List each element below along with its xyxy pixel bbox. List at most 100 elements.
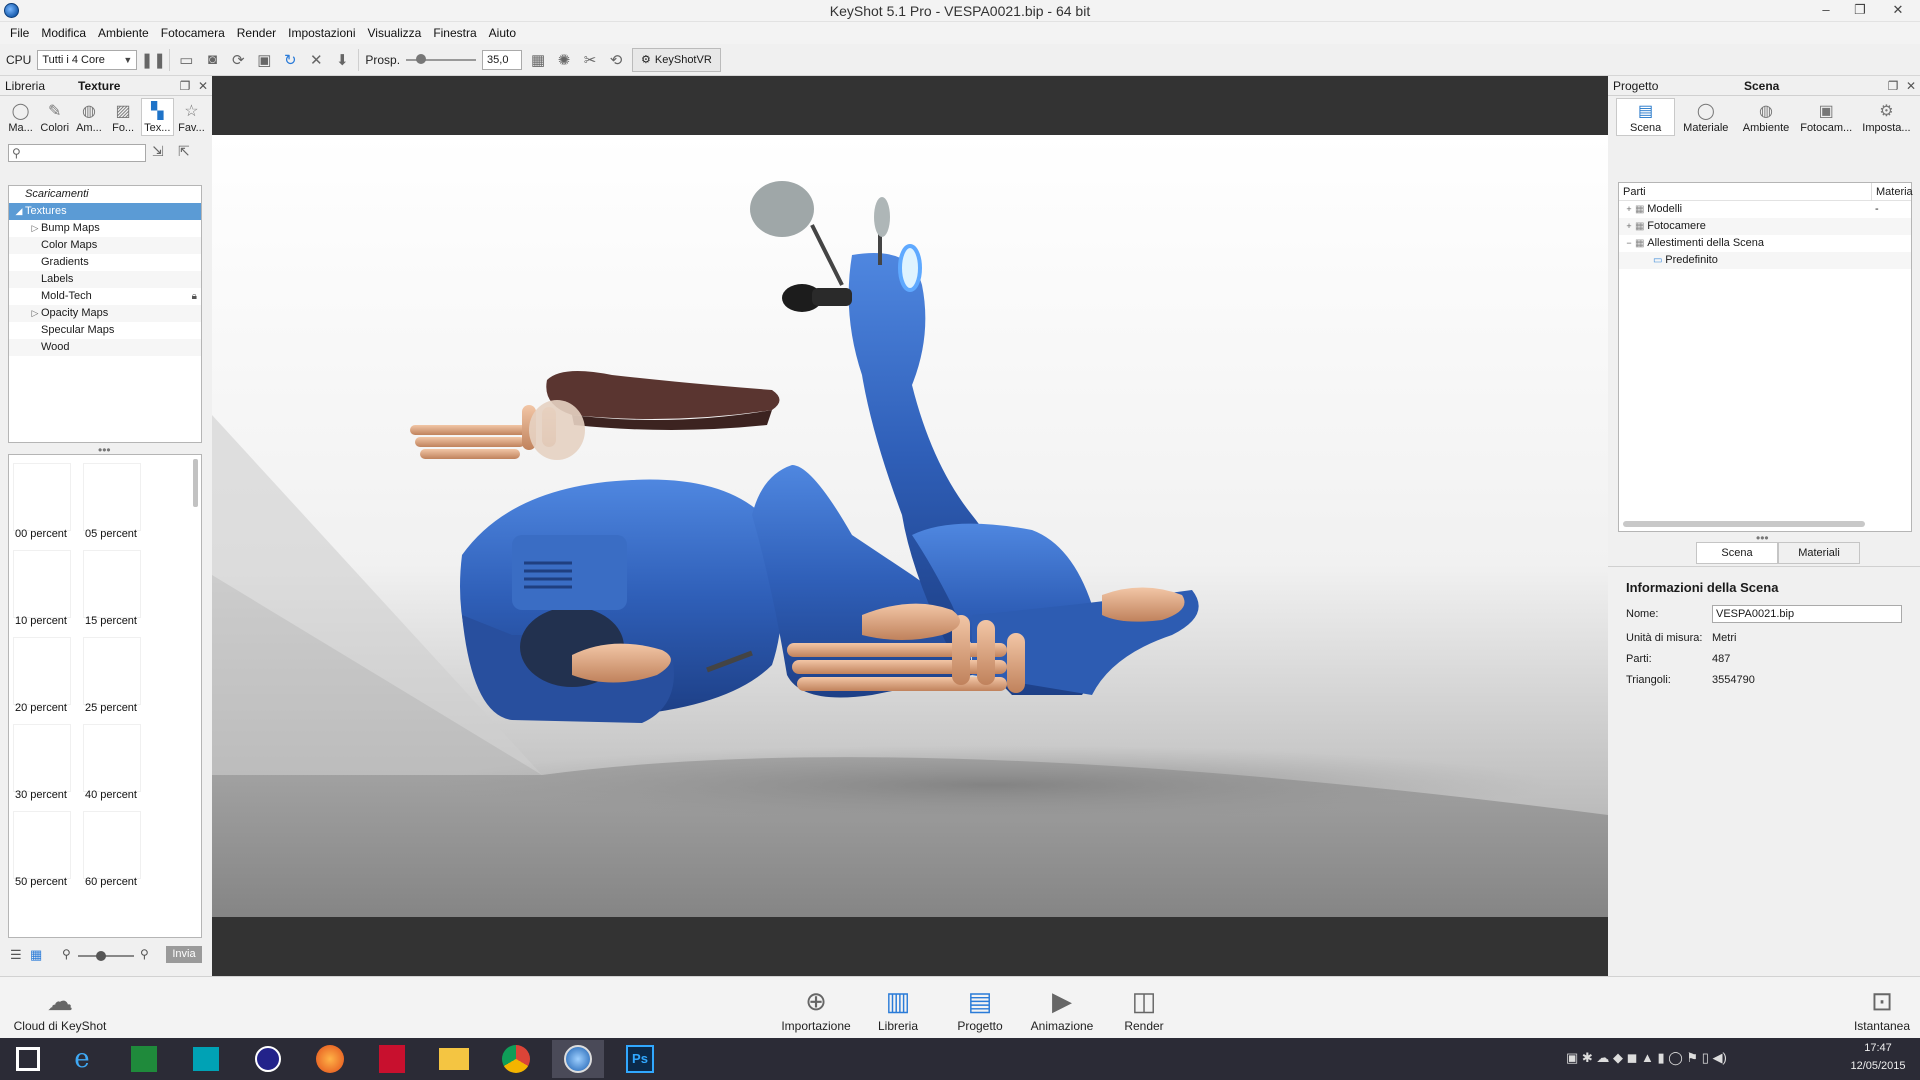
tree-item[interactable]: Specular Maps bbox=[9, 322, 201, 339]
perspective-slider[interactable] bbox=[406, 53, 477, 64]
tab-materiale[interactable]: ◯ Materiale bbox=[1676, 98, 1735, 136]
tab-materials[interactable]: ◯ Ma... bbox=[4, 98, 37, 136]
texture-thumbnail[interactable] bbox=[83, 463, 141, 531]
texture-thumbnail[interactable] bbox=[83, 550, 141, 618]
texture-thumbnail[interactable] bbox=[13, 811, 71, 879]
rotate-icon[interactable]: ⟲ bbox=[606, 50, 626, 70]
tree-item[interactable]: ▷ Bump Maps bbox=[9, 220, 201, 237]
chrome-icon[interactable] bbox=[490, 1040, 542, 1078]
tree-item[interactable]: Wood bbox=[9, 339, 201, 356]
drop-icon[interactable]: ⬇ bbox=[332, 50, 352, 70]
excel-icon[interactable] bbox=[118, 1040, 170, 1078]
subtab-scena[interactable]: Scena bbox=[1696, 542, 1778, 564]
slider-knob[interactable] bbox=[416, 53, 427, 64]
refresh-icon[interactable]: ↻ bbox=[280, 50, 300, 70]
expand-toggle-icon[interactable]: − bbox=[1623, 235, 1635, 252]
close-button[interactable]: ✕ bbox=[1884, 0, 1912, 22]
fit-icon[interactable]: ✕ bbox=[306, 50, 326, 70]
tab-scena[interactable]: ▤ Scena bbox=[1616, 98, 1676, 136]
screenshot-icon[interactable]: ▭ bbox=[176, 50, 196, 70]
store-icon[interactable] bbox=[180, 1040, 232, 1078]
camera-icon[interactable]: ◙ bbox=[202, 50, 222, 70]
grid-view-icon[interactable]: ▦ bbox=[30, 947, 42, 963]
perspective-input[interactable]: 35,0 bbox=[482, 49, 523, 70]
tree-item[interactable]: ▷ Opacity Maps bbox=[9, 305, 201, 322]
start-icon[interactable] bbox=[2, 1040, 54, 1078]
tab-ambiente[interactable]: ◍ Ambiente bbox=[1736, 98, 1795, 136]
scene-tree-item[interactable]: ▭ Predefinito bbox=[1619, 252, 1911, 269]
keyshot-taskbar-icon[interactable] bbox=[552, 1040, 604, 1078]
library-button[interactable]: ▥ Libreria bbox=[858, 983, 938, 1034]
column-material[interactable]: Materia bbox=[1871, 183, 1913, 201]
tab-textures[interactable]: ▚ Tex... bbox=[140, 98, 174, 136]
menu-file[interactable]: File bbox=[4, 22, 35, 44]
reload-icon[interactable]: ⟳ bbox=[228, 50, 248, 70]
grid-icon[interactable]: ▦ bbox=[528, 50, 548, 70]
lock-camera-icon[interactable]: ▣ bbox=[254, 50, 274, 70]
keyshotvr-button[interactable]: ⚙ KeyShotVR bbox=[632, 47, 721, 72]
scrollbar-thumb[interactable] bbox=[193, 459, 198, 507]
tab-fotocamera[interactable]: ▣ Fotocam... bbox=[1797, 98, 1856, 136]
project-button[interactable]: ▤ Progetto bbox=[940, 983, 1020, 1034]
realtime-render[interactable] bbox=[212, 135, 1608, 917]
thumbnail-size-slider[interactable] bbox=[78, 951, 134, 961]
cpu-core-select[interactable]: Tutti i 4 Core ▼ bbox=[37, 49, 138, 70]
tree-item[interactable]: Gradients bbox=[9, 254, 201, 271]
firefox-icon[interactable] bbox=[304, 1040, 356, 1078]
tab-impostazioni[interactable]: ⚙ Imposta... bbox=[1857, 98, 1916, 136]
expand-arrow-icon[interactable]: ▷ bbox=[29, 305, 41, 322]
library-search-input[interactable]: ⚲ bbox=[8, 144, 146, 162]
undock-icon[interactable]: ❐ bbox=[1884, 79, 1902, 93]
minimize-button[interactable]: – bbox=[1812, 0, 1840, 22]
zoom-in-icon[interactable]: ⚲ bbox=[140, 947, 149, 961]
expand-arrow-icon[interactable]: ▷ bbox=[29, 220, 41, 237]
tools-icon[interactable]: ✂ bbox=[580, 50, 600, 70]
texture-thumbnail[interactable] bbox=[83, 724, 141, 792]
menu-fotocamera[interactable]: Fotocamera bbox=[155, 22, 231, 44]
texture-thumbnail[interactable] bbox=[83, 811, 141, 879]
menu-finestra[interactable]: Finestra bbox=[427, 22, 482, 44]
acrobat-icon[interactable] bbox=[366, 1040, 418, 1078]
undock-icon[interactable]: ❐ bbox=[176, 79, 194, 93]
tab-backplates[interactable]: ▨ Fo... bbox=[107, 98, 140, 136]
send-button[interactable]: Invia bbox=[166, 946, 202, 963]
render-button[interactable]: ◫ Render bbox=[1104, 983, 1184, 1034]
system-tray-icons[interactable]: ▣ ✱ ☁ ◆ ◼ ▲ ▮ ◯ ⚑ ▯ ◀) bbox=[1566, 1050, 1727, 1066]
import-button[interactable]: ⊕ Importazione bbox=[776, 983, 856, 1034]
pause-icon[interactable]: ❚❚ bbox=[141, 50, 166, 70]
ie-icon[interactable]: e bbox=[56, 1040, 108, 1078]
file-explorer-icon[interactable] bbox=[428, 1040, 480, 1078]
menu-aiuto[interactable]: Aiuto bbox=[483, 22, 522, 44]
expand-toggle-icon[interactable]: + bbox=[1623, 218, 1635, 235]
tab-favorites[interactable]: ☆ Fav... bbox=[175, 98, 208, 136]
menu-render[interactable]: Render bbox=[231, 22, 282, 44]
expand-arrow-icon[interactable]: ◢ bbox=[13, 203, 25, 220]
expand-toggle-icon[interactable]: + bbox=[1623, 201, 1635, 218]
column-parts[interactable]: Parti bbox=[1623, 183, 1646, 201]
menu-visualizza[interactable]: Visualizza bbox=[362, 22, 428, 44]
menu-impostazioni[interactable]: Impostazioni bbox=[282, 22, 361, 44]
cloud-keyshot-button[interactable]: ☁ Cloud di KeyShot bbox=[10, 983, 110, 1034]
tree-item[interactable]: Scaricamenti bbox=[9, 186, 201, 203]
photoshop-icon[interactable]: Ps bbox=[614, 1040, 666, 1078]
scene-name-field[interactable]: VESPA0021.bip bbox=[1712, 605, 1902, 623]
list-view-icon[interactable]: ☰ bbox=[10, 947, 22, 963]
snapshot-button[interactable]: ⊡ Istantanea bbox=[1842, 983, 1920, 1034]
subtab-materiali[interactable]: Materiali bbox=[1778, 542, 1860, 564]
close-icon[interactable]: ✕ bbox=[194, 79, 212, 93]
menu-ambiente[interactable]: Ambiente bbox=[92, 22, 155, 44]
tree-item[interactable]: ◢ Textures bbox=[9, 203, 201, 220]
horizontal-scrollbar[interactable] bbox=[1623, 521, 1865, 527]
tab-colors[interactable]: ✎ Colori bbox=[38, 98, 71, 136]
texture-thumbnail[interactable] bbox=[83, 637, 141, 705]
menu-modifica[interactable]: Modifica bbox=[35, 22, 92, 44]
scene-tree-item[interactable]: + ▦ Modelli - bbox=[1619, 201, 1911, 218]
folder-export-icon[interactable]: ⇱ bbox=[178, 143, 190, 160]
scene-tree-item[interactable]: − ▦ Allestimenti della Scena bbox=[1619, 235, 1911, 252]
restore-button[interactable]: ❐ bbox=[1846, 0, 1874, 22]
tree-item[interactable]: Mold-Tech 🔒︎ bbox=[9, 288, 201, 305]
animation-button[interactable]: ▶ Animazione bbox=[1022, 983, 1102, 1034]
texture-thumbnail[interactable] bbox=[13, 637, 71, 705]
geometry-icon[interactable]: ✺ bbox=[554, 50, 574, 70]
tree-item[interactable]: Labels bbox=[9, 271, 201, 288]
